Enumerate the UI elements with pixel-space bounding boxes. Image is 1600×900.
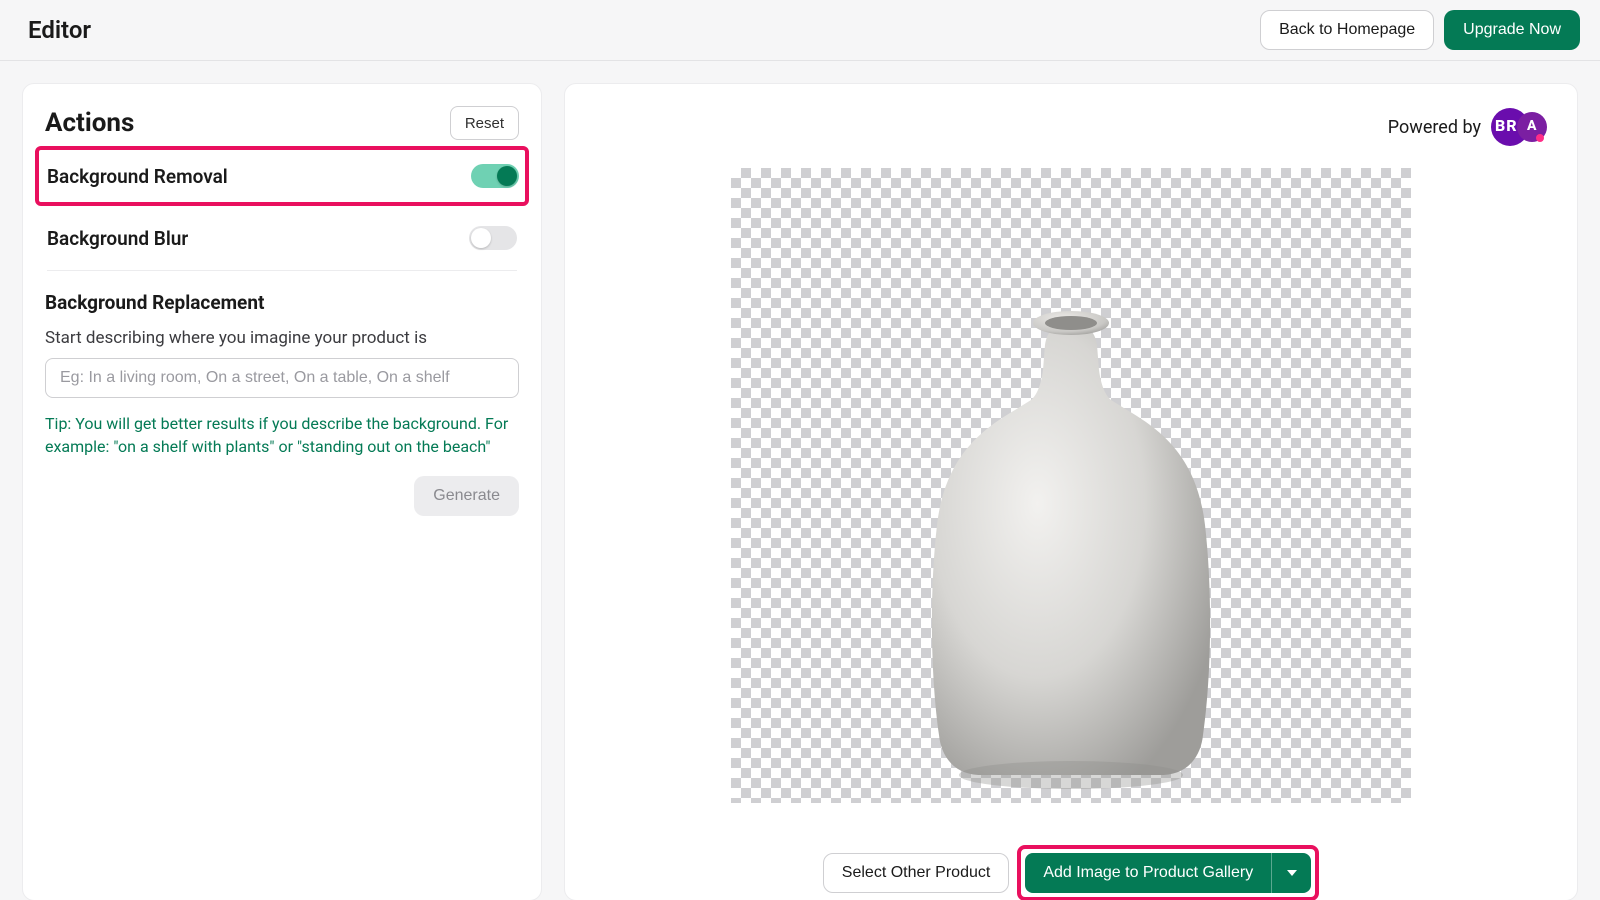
background-replacement-title: Background Replacement	[45, 291, 519, 314]
background-blur-label: Background Blur	[47, 227, 188, 250]
generate-button[interactable]: Generate	[414, 476, 519, 516]
background-removal-label: Background Removal	[47, 165, 228, 188]
preview-area	[591, 168, 1551, 803]
main-layout: Actions Reset Background Removal Backgro…	[0, 61, 1600, 900]
background-removal-row: Background Removal	[35, 146, 529, 206]
background-removal-toggle[interactable]	[471, 164, 519, 188]
background-blur-row: Background Blur	[45, 206, 519, 270]
caret-down-icon	[1287, 870, 1297, 876]
reset-button[interactable]: Reset	[450, 106, 519, 140]
powered-by-row: Powered by BRA	[591, 108, 1551, 146]
background-replacement-tip: Tip: You will get better results if you …	[45, 412, 519, 458]
background-blur-toggle[interactable]	[469, 226, 517, 250]
bria-logo-icon: BRA	[1491, 108, 1551, 146]
divider	[47, 270, 517, 271]
upgrade-now-button[interactable]: Upgrade Now	[1444, 10, 1580, 50]
page-title: Editor	[28, 16, 91, 44]
powered-by-label: Powered by	[1388, 117, 1481, 138]
actions-title: Actions	[45, 108, 134, 138]
preview-panel: Powered by BRA	[564, 83, 1578, 900]
topbar: Editor Back to Homepage Upgrade Now	[0, 0, 1600, 61]
product-image	[861, 235, 1281, 795]
transparent-background-icon	[731, 168, 1411, 803]
background-replacement-prompt-label: Start describing where you imagine your …	[45, 328, 519, 348]
preview-bottom-actions: Select Other Product Add Image to Produc…	[591, 845, 1551, 900]
add-to-gallery-caret-button[interactable]	[1271, 853, 1311, 893]
actions-panel: Actions Reset Background Removal Backgro…	[22, 83, 542, 900]
add-to-gallery-highlight: Add Image to Product Gallery	[1017, 845, 1319, 900]
back-to-homepage-button[interactable]: Back to Homepage	[1260, 10, 1434, 50]
add-to-gallery-button[interactable]: Add Image to Product Gallery	[1025, 853, 1271, 893]
background-replacement-input[interactable]	[45, 358, 519, 398]
select-other-product-button[interactable]: Select Other Product	[823, 853, 1010, 893]
